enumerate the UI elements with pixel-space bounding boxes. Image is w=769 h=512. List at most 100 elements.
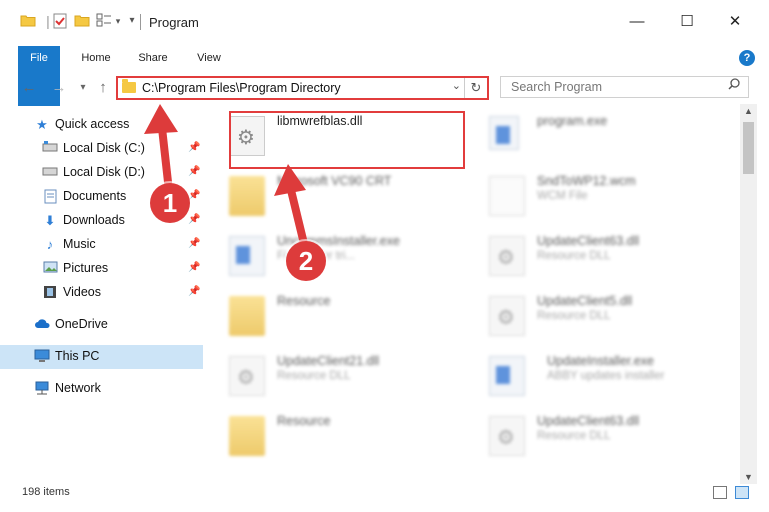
tab-home[interactable]: Home [76, 46, 116, 70]
file-item-installer-exe[interactable]: UncommsInstaller.exe Finereader tri... [215, 224, 465, 284]
properties-icon[interactable] [52, 13, 68, 29]
file-type: Resource DLL [537, 310, 611, 322]
pin-icon[interactable]: 📌 [188, 262, 200, 273]
file-item-dll[interactable]: ⚙ UpdateClient21.dll Resource DLL [215, 344, 465, 404]
network-icon [34, 381, 50, 397]
tab-share[interactable]: Share [132, 46, 174, 70]
file-item-folder[interactable]: Microsoft VC90 CRT [215, 164, 465, 224]
pin-icon[interactable]: 📌 [188, 214, 200, 225]
refresh-icon[interactable]: ↻ [464, 78, 487, 98]
scroll-thumb[interactable] [743, 122, 754, 174]
dll-file-icon: ⚙ [489, 236, 525, 276]
recent-locations-icon[interactable]: ▾ [74, 79, 92, 97]
sidebar-item-label: Quick access [55, 117, 130, 131]
window-title: Program [149, 15, 199, 30]
file-item-dll[interactable]: ⚙ UpdateClient5.dll Resource DLL [475, 284, 725, 344]
item-count: 198 items [22, 486, 70, 498]
sidebar-item-label: Network [55, 381, 101, 395]
address-bar[interactable]: C:\Program Files\Program Directory ⌄ ↻ [116, 76, 489, 100]
address-path[interactable]: C:\Program Files\Program Directory [142, 81, 341, 95]
folder-icon [229, 296, 265, 336]
file-item-resource-folder[interactable]: Resource [215, 284, 465, 344]
pin-icon[interactable]: 📌 [188, 286, 200, 297]
status-bar: 198 items [0, 484, 769, 512]
ribbon-tabs: File Home Share View ? [0, 46, 769, 106]
sidebar-item-label: Videos [63, 285, 101, 299]
computer-icon [34, 349, 50, 365]
maximize-button[interactable]: ☐ [674, 12, 700, 32]
sidebar-item-label: Documents [63, 189, 127, 203]
file-name: UpdateInstaller.exe [547, 354, 655, 368]
dll-file-icon: ⚙ [489, 416, 525, 456]
sidebar-item-label: Pictures [63, 261, 109, 275]
vertical-scrollbar[interactable]: ▲ ▼ [740, 104, 757, 484]
scroll-up-icon[interactable]: ▲ [740, 106, 757, 116]
folder-icon [229, 416, 265, 456]
pictures-icon [42, 261, 58, 277]
file-type: ABBY updates installer [547, 370, 665, 382]
music-note-icon: ♪ [46, 237, 54, 252]
forward-arrow-icon[interactable]: → [50, 79, 68, 97]
file-item-program-exe[interactable]: program.exe [475, 104, 725, 164]
selected-file-highlight [229, 111, 465, 169]
drive-icon [42, 141, 58, 157]
file-name: UpdateClient63.dll [537, 414, 640, 428]
search-icon[interactable] [728, 78, 740, 93]
sidebar-item-videos[interactable]: Videos 📌 [0, 281, 203, 305]
close-button[interactable]: ✕ [722, 12, 748, 32]
sidebar-item-pictures[interactable]: Pictures 📌 [0, 257, 203, 281]
folder-icon[interactable] [20, 13, 36, 29]
exe-file-icon [489, 356, 525, 396]
folder-icon [229, 176, 265, 216]
search-placeholder: Search Program [511, 80, 603, 94]
file-item-resource-folder[interactable]: Resource [215, 404, 465, 464]
pin-icon[interactable]: 📌 [188, 238, 200, 249]
exe-file-icon [229, 236, 265, 276]
sidebar-item-network[interactable]: Network [0, 377, 203, 401]
tab-view[interactable]: View [190, 46, 228, 70]
dll-file-icon: ⚙ [489, 296, 525, 336]
file-name: Resource [277, 294, 331, 308]
file-item-update-installer[interactable]: UpdateInstaller.exe ABBY updates install… [475, 344, 725, 404]
minimize-button[interactable]: — [624, 12, 650, 32]
file-type: Resource DLL [537, 430, 611, 442]
search-input[interactable]: Search Program [500, 76, 749, 98]
sidebar-item-label: This PC [55, 349, 100, 363]
callout-badge-2: 2 [286, 241, 326, 281]
file-name: SndToWP12.wcm [537, 174, 636, 188]
customize-toolbar-icon[interactable]: ▾ [124, 13, 140, 29]
file-name: program.exe [537, 114, 608, 128]
dll-file-icon: ⚙ [229, 356, 265, 396]
file-name: UpdateClient21.dll [277, 354, 380, 368]
file-type: WCM File [537, 190, 588, 202]
sidebar-item-music[interactable]: ♪ Music 📌 [0, 233, 203, 257]
exe-file-icon [489, 116, 519, 150]
file-name: Resource [277, 414, 331, 428]
new-folder-icon[interactable] [74, 13, 90, 29]
film-icon [42, 285, 58, 301]
sidebar-item-label: Downloads [63, 213, 125, 227]
drive-icon [42, 165, 58, 181]
sidebar-item-onedrive[interactable]: OneDrive [0, 313, 203, 337]
file-item-wcm[interactable]: SndToWP12.wcm WCM File [475, 164, 725, 224]
file-type: Resource DLL [537, 250, 611, 262]
file-item-dll[interactable]: ⚙ UpdateClient63.dll Resource DLL [475, 404, 725, 464]
file-item-dll[interactable]: ⚙ UpdateClient63.dll Resource DLL [475, 224, 725, 284]
folder-icon [122, 79, 136, 93]
cloud-icon [34, 317, 50, 333]
sidebar-item-this-pc[interactable]: This PC [0, 345, 203, 369]
sidebar-item-label: OneDrive [55, 317, 108, 331]
chevron-down-icon[interactable]: ⌄ [452, 79, 461, 92]
documents-icon [42, 189, 58, 205]
help-icon[interactable]: ? [739, 50, 755, 66]
details-view-icon[interactable] [713, 486, 727, 499]
back-arrow-icon[interactable]: ← [20, 79, 38, 97]
scroll-down-icon[interactable]: ▼ [740, 472, 757, 482]
large-icons-view-icon[interactable] [735, 486, 749, 499]
up-arrow-icon[interactable]: ↑ [94, 79, 112, 97]
file-name: UpdateClient5.dll [537, 294, 633, 308]
star-icon: ★ [36, 117, 48, 132]
callout-badge-1: 1 [150, 183, 190, 223]
file-icon [489, 176, 525, 216]
title-bar: | ▾ ▾ Program — ☐ ✕ [0, 0, 769, 46]
